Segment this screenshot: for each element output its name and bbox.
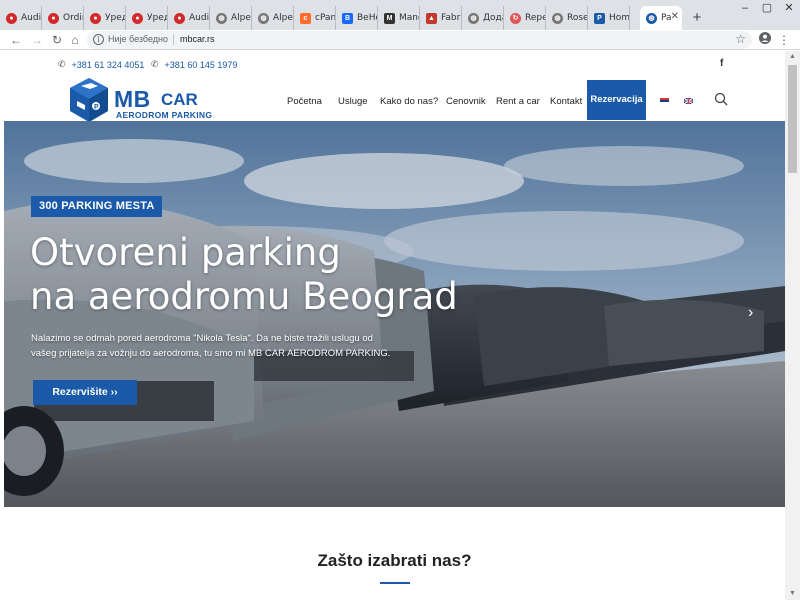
back-icon[interactable]: ← <box>8 32 24 48</box>
address-bar[interactable]: i Није безбедно mbcar.rs ☆ <box>87 31 752 49</box>
browser-tab[interactable]: ●Уреді <box>84 6 126 30</box>
close-window-icon[interactable]: ✕ <box>778 0 800 18</box>
reservation-button[interactable]: Rezervacija <box>587 80 646 120</box>
record-icon: ● <box>174 12 185 24</box>
tab-strip: ●Audic ●Ordin ●Уреді ●Уреді ●Audic ◍Alpe… <box>0 0 800 30</box>
record-icon: ● <box>132 12 143 24</box>
menu-item-cenovnik[interactable]: Cenovnik <box>446 96 486 107</box>
globe-icon: ◍ <box>646 12 657 24</box>
parking-count-badge: 300 PARKING MESTA <box>31 196 163 217</box>
menu-item-pocetna[interactable]: Početna <box>287 96 322 107</box>
paypal-icon: P <box>594 12 605 24</box>
search-icon[interactable] <box>714 92 728 106</box>
page-scrollbar[interactable]: ▲ ▼ <box>785 51 800 600</box>
web-page: ✆ +381 61 324 4051 ✆ +381 60 145 1979 f … <box>4 51 785 600</box>
browser-tab[interactable]: ◍Alpex <box>210 6 252 30</box>
browser-tab[interactable]: ●Audic <box>168 6 210 30</box>
home-icon[interactable]: ⌂ <box>67 32 83 48</box>
cpanel-icon: c <box>300 12 311 24</box>
globe-icon: ◍ <box>258 12 269 24</box>
reload-icon[interactable]: ↻ <box>49 32 65 48</box>
divider <box>173 34 174 45</box>
browser-tab[interactable]: PHome <box>588 6 630 30</box>
browser-tab[interactable]: ↻ Repe <box>504 6 546 30</box>
globe-icon: ◍ <box>216 12 227 24</box>
new-tab-button[interactable]: + <box>688 9 706 27</box>
main-navigation: P MB CAR AERODROM PARKING Početna Usluge… <box>54 78 744 122</box>
browser-tab[interactable]: ccPane <box>294 6 336 30</box>
browser-tab[interactable]: ◍Дода <box>462 6 504 30</box>
phone-number-2[interactable]: ✆ +381 60 145 1979 <box>151 59 237 70</box>
scroll-up-icon[interactable]: ▲ <box>785 51 800 63</box>
security-status: Није безбедно <box>108 34 169 44</box>
browser-tab[interactable]: ●Ordin <box>42 6 84 30</box>
browser-toolbar: ← → ↻ ⌂ i Није безбедно mbcar.rs ☆ ⋮ <box>0 30 800 50</box>
behance-icon: B <box>342 12 353 24</box>
globe-icon: ◍ <box>552 12 563 24</box>
phone-icon: ✆ <box>58 59 66 69</box>
section-heading: Zašto izabrati nas? <box>317 551 472 570</box>
browser-tab[interactable]: ▲Fabril <box>420 6 462 30</box>
menu-dots-icon[interactable]: ⋮ <box>776 32 792 48</box>
slider-next-icon[interactable]: › <box>748 304 753 322</box>
hero-description: Nalazimo se odmah pored aerodroma "Nikol… <box>31 333 391 359</box>
facebook-icon[interactable]: f <box>720 58 723 69</box>
profile-icon[interactable] <box>757 32 773 48</box>
contact-topbar: ✆ +381 61 324 4051 ✆ +381 60 145 1979 f <box>4 51 785 77</box>
hero-slider: 300 PARKING MESTA Otvoreni parking na ae… <box>4 121 785 507</box>
triangle-icon: ▲ <box>426 12 437 24</box>
repeat-icon: ↻ <box>510 12 521 24</box>
minimize-icon[interactable]: – <box>734 0 756 18</box>
menu-item-kako-do-nas[interactable]: Kako do nas? <box>380 96 438 107</box>
svg-text:P: P <box>94 104 99 111</box>
browser-tab[interactable]: ●Уреді <box>126 6 168 30</box>
bookmark-star-icon[interactable]: ☆ <box>735 32 746 46</box>
record-icon: ● <box>6 12 17 24</box>
site-logo[interactable]: P MB CAR AERODROM PARKING <box>66 77 216 125</box>
record-icon: ● <box>90 12 101 24</box>
url-text[interactable]: mbcar.rs <box>180 34 215 44</box>
phone-number-1[interactable]: ✆ +381 61 324 4051 <box>58 59 144 70</box>
browser-tab-active[interactable]: ◍ Pa ✕ <box>640 6 682 30</box>
browser-tab[interactable]: BBeHo <box>336 6 378 30</box>
menu-item-usluge[interactable]: Usluge <box>338 96 368 107</box>
browser-tab[interactable]: ◍Alpex <box>252 6 294 30</box>
browser-tab[interactable]: MMang <box>378 6 420 30</box>
maximize-icon[interactable]: ▢ <box>756 0 778 18</box>
info-icon[interactable]: i <box>93 34 104 45</box>
forward-icon[interactable]: → <box>29 32 45 48</box>
close-tab-icon[interactable]: ✕ <box>671 11 679 22</box>
record-icon: ● <box>48 12 59 24</box>
reserve-now-button[interactable]: Rezervišite ›› <box>33 380 137 405</box>
menu-item-kontakt[interactable]: Kontakt <box>550 96 582 107</box>
hero-title: Otvoreni parking na aerodromu Beograd <box>30 231 458 318</box>
logo-cube-icon: P <box>70 78 108 122</box>
browser-tab[interactable]: ●Audic <box>0 6 42 30</box>
manga-icon: M <box>384 12 395 24</box>
logo-car-text: CAR <box>161 90 198 109</box>
phone-icon: ✆ <box>151 59 159 69</box>
english-flag-icon[interactable] <box>684 98 693 104</box>
browser-tab[interactable]: ◍ Rose <box>546 6 588 30</box>
scrollbar-thumb[interactable] <box>788 65 797 173</box>
logo-mb-text: MB <box>114 86 151 112</box>
logo-subtitle: AERODROM PARKING <box>116 110 213 120</box>
globe-icon: ◍ <box>468 12 479 24</box>
heading-underline <box>380 582 410 584</box>
menu-item-rent-a-car[interactable]: Rent a car <box>496 96 540 107</box>
serbian-flag-icon[interactable] <box>660 98 669 104</box>
scroll-down-icon[interactable]: ▼ <box>785 588 800 600</box>
